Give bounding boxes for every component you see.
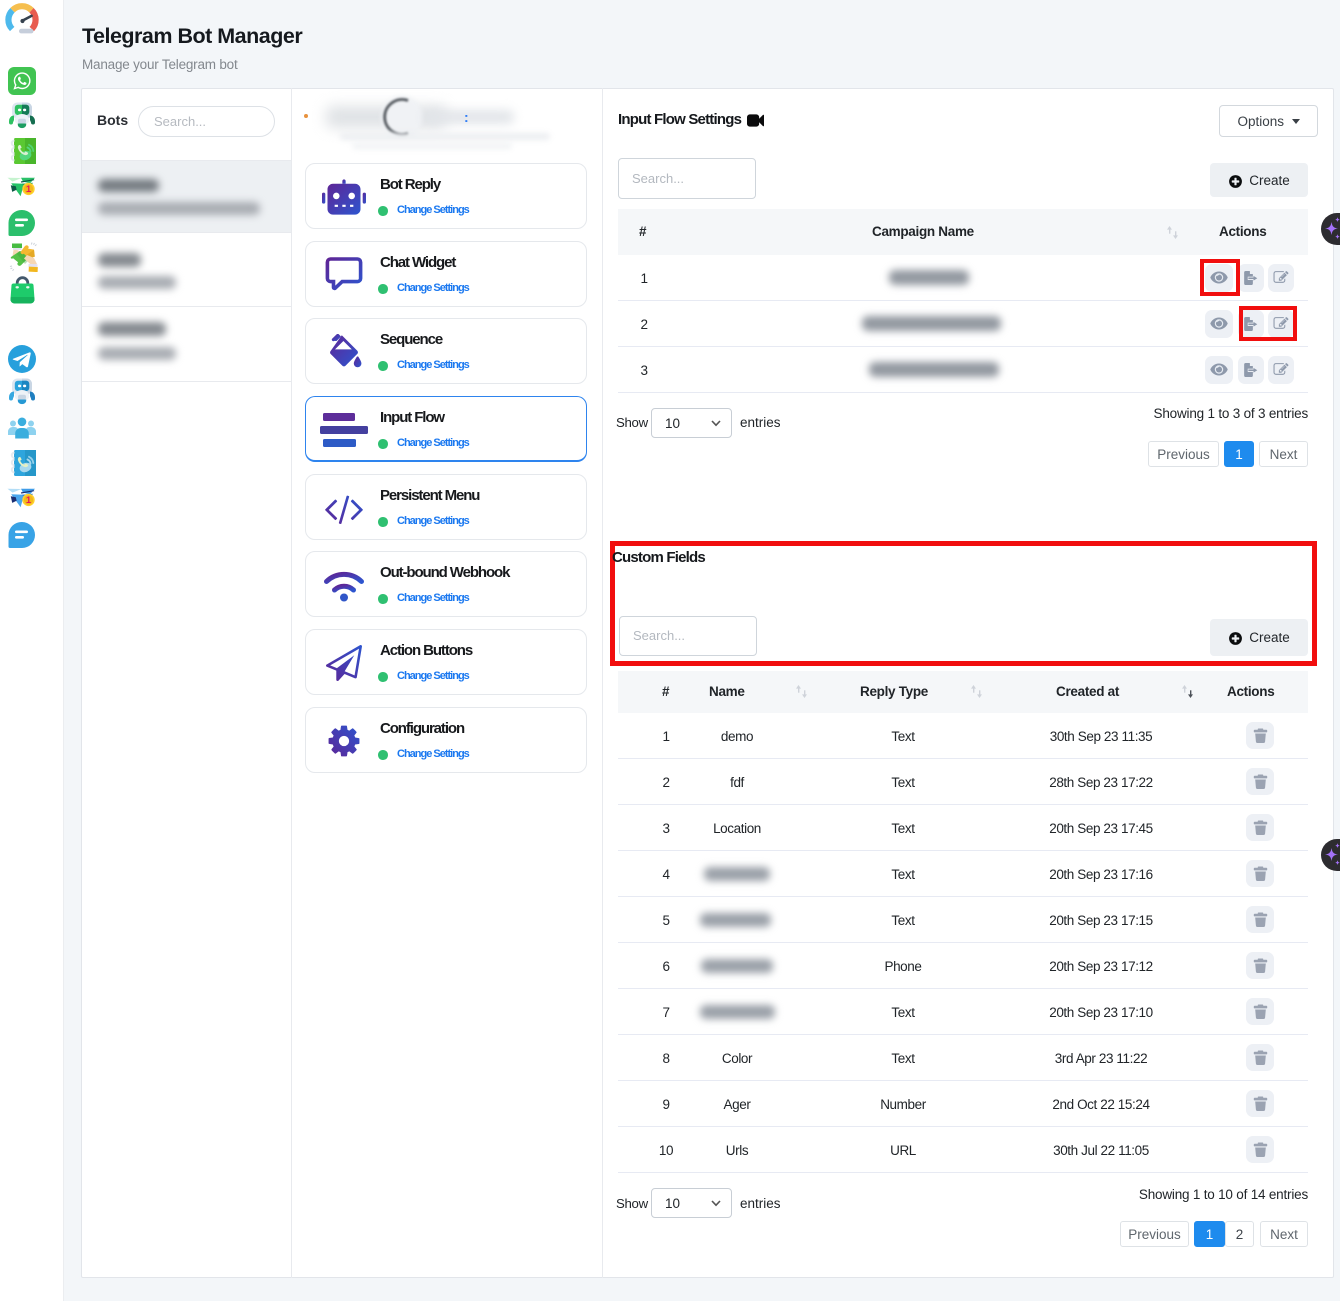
- svg-text:1: 1: [26, 184, 32, 195]
- svg-text:1: 1: [26, 495, 32, 506]
